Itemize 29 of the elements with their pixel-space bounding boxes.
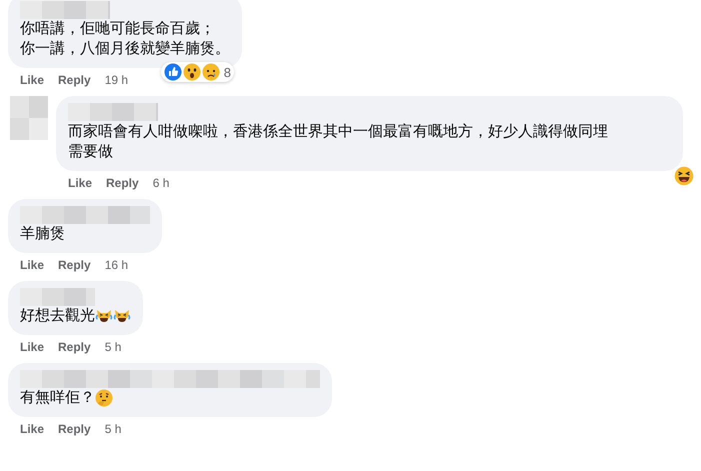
blurred-avatar <box>10 96 48 140</box>
action-link[interactable]: Reply <box>58 72 91 88</box>
action-link[interactable]: Like <box>20 256 44 273</box>
comment-text: 而家唔會有人咁做㗎啦，香港係全世界其中一個最富有嘅地方，好少人識得做同埋需要做 <box>68 122 608 160</box>
action-link[interactable]: Like <box>20 421 44 438</box>
laughing-face-icon <box>673 164 695 187</box>
action-link[interactable]: Like <box>20 72 44 88</box>
reaction-badge[interactable]: 8 <box>160 62 234 82</box>
comment-text: 羊腩煲 <box>20 224 65 242</box>
comment-time[interactable]: 5 h <box>104 339 122 356</box>
thumbs-up-icon <box>164 63 182 82</box>
comment-text: 你唔講，佢哋可能長命百歲； <box>20 20 215 38</box>
action-link[interactable]: Reply <box>58 421 91 438</box>
crying-face-icon <box>202 63 220 82</box>
action-link[interactable]: Reply <box>58 339 91 356</box>
comment-time[interactable]: 16 h <box>104 256 128 273</box>
reaction-count: 8 <box>224 64 231 80</box>
action-link[interactable]: Like <box>20 339 44 356</box>
comment-time[interactable]: 6 h <box>152 174 170 191</box>
comment-text: 你一講，八個月後就變羊腩煲。 <box>20 40 230 58</box>
comment-time[interactable]: 5 h <box>104 421 122 438</box>
comment-time[interactable]: 19 h <box>104 72 128 88</box>
action-link[interactable]: Reply <box>58 256 91 273</box>
surprised-face-icon <box>182 63 201 82</box>
action-link[interactable]: Like <box>68 174 92 191</box>
comment-text: 有無咩佢？ <box>20 389 95 406</box>
thinking-face-icon <box>95 389 113 408</box>
comment-text: 好想去觀光 <box>20 307 95 324</box>
action-link[interactable]: Reply <box>106 174 139 191</box>
